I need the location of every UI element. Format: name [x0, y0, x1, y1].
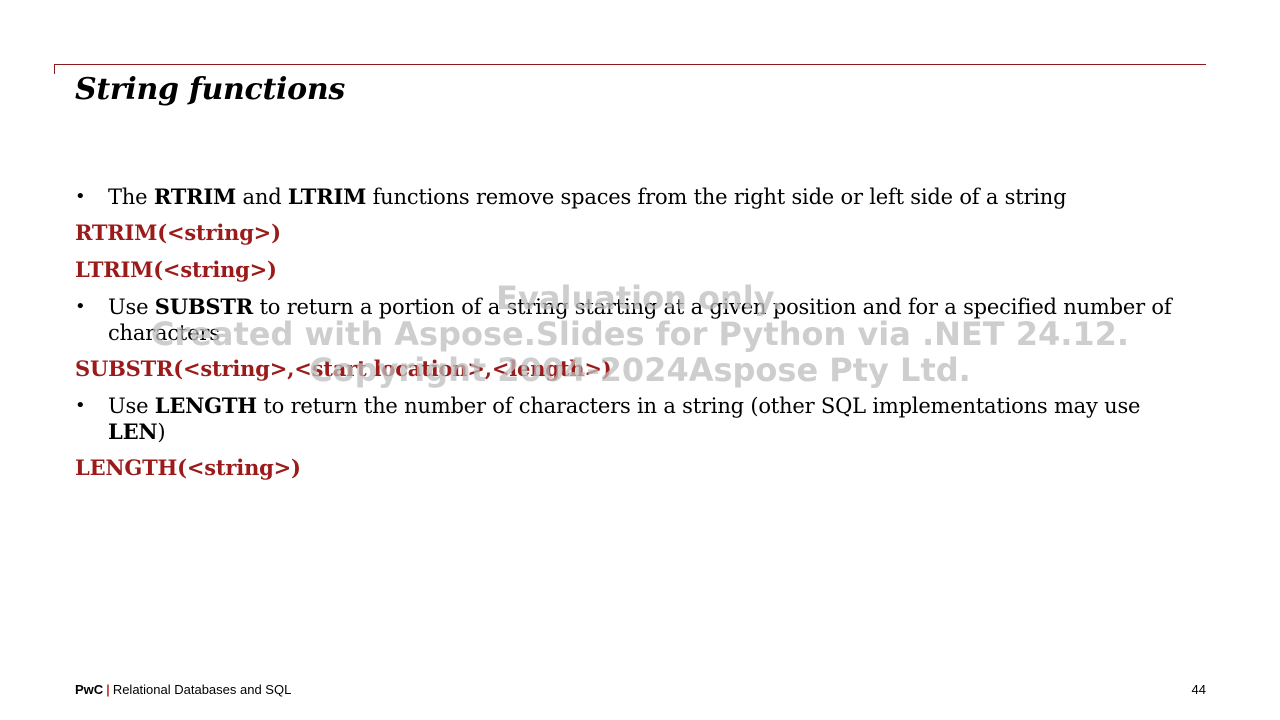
footer-separator: | — [106, 682, 110, 697]
keyword-rtrim: RTRIM — [153, 184, 237, 209]
bullet-text: functions remove spaces from the right s… — [366, 185, 1067, 209]
bullet-text: ) — [157, 420, 166, 444]
title-rule — [54, 64, 1206, 65]
footer-text: Relational Databases and SQL — [112, 682, 292, 697]
bullet-text: Use — [108, 295, 155, 319]
syntax-ltrim: LTRIM(<string>) — [75, 257, 277, 282]
keyword-ltrim: LTRIM — [287, 184, 367, 209]
bullet-dot: • — [75, 395, 86, 416]
bullet-text: to return the number of characters in a … — [256, 394, 1141, 418]
bullet-text: Use — [108, 394, 155, 418]
syntax-substr: SUBSTR(<string>,<start location>,<length… — [75, 356, 612, 381]
bullet-rtrim-ltrim: • The RTRIM and LTRIM functions remove s… — [75, 184, 1175, 210]
footer-brand: PwC — [75, 682, 104, 697]
bullet-dot: • — [75, 186, 86, 207]
keyword-len: LEN — [108, 419, 158, 444]
bullet-dot: • — [75, 296, 86, 317]
slide-body: • The RTRIM and LTRIM functions remove s… — [75, 184, 1175, 492]
bullet-length: • Use LENGTH to return the number of cha… — [75, 393, 1175, 445]
slide-footer: PwC | Relational Databases and SQL — [75, 682, 291, 697]
bullet-text: The — [108, 185, 154, 209]
bullet-text: and — [236, 185, 288, 209]
syntax-length: LENGTH(<string>) — [75, 455, 301, 480]
bullet-substr: • Use SUBSTR to return a portion of a st… — [75, 294, 1175, 346]
slide-title: String functions — [75, 72, 345, 107]
keyword-substr: SUBSTR — [154, 294, 254, 319]
page-number: 44 — [1191, 682, 1206, 697]
bullet-text: to return a portion of a string starting… — [108, 295, 1172, 345]
keyword-length: LENGTH — [154, 393, 257, 418]
title-rule-tick — [54, 64, 55, 74]
syntax-rtrim: RTRIM(<string>) — [75, 220, 281, 245]
